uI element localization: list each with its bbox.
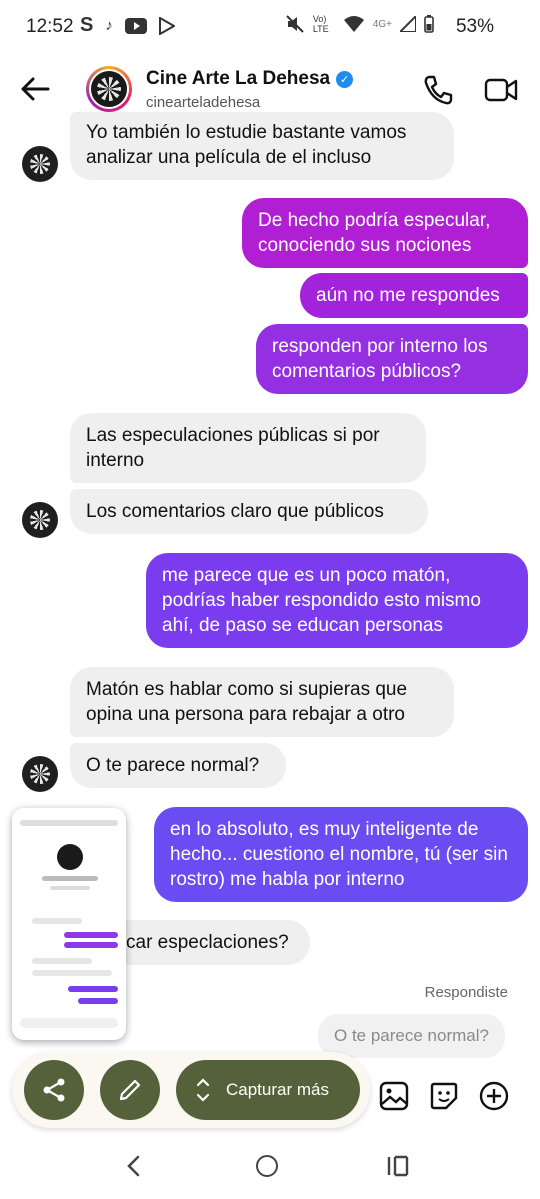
battery-icon <box>424 15 434 33</box>
tiktok-icon: ♪ <box>105 17 113 34</box>
sender-avatar[interactable] <box>22 146 58 182</box>
back-arrow-icon[interactable] <box>18 72 52 106</box>
gallery-icon[interactable] <box>378 1080 410 1112</box>
message-outgoing[interactable]: en lo absoluto, es muy inteligente de he… <box>154 807 528 902</box>
message-incoming[interactable]: Las especulaciones públicas si por inter… <box>70 413 426 483</box>
status-bar: 12:52 S ♪ Vo) LTE 4G+ 53% <box>0 0 540 54</box>
add-circle-icon[interactable] <box>478 1080 510 1112</box>
nav-recents-icon[interactable] <box>386 1155 410 1177</box>
system-icons: Vo) LTE 4G+ <box>285 14 434 34</box>
share-icon <box>43 1078 65 1102</box>
message-incoming[interactable]: Los comentarios claro que públicos <box>70 489 428 534</box>
pencil-icon <box>119 1079 141 1101</box>
capture-more-button[interactable]: Capturar más <box>176 1060 360 1120</box>
play-store-icon <box>158 16 175 35</box>
notification-icons: S ♪ <box>80 14 175 37</box>
wifi-icon <box>343 16 364 32</box>
battery-percent: 53% <box>455 16 494 37</box>
profile-name-text: Cine Arte La Dehesa <box>146 68 331 89</box>
expand-vertical-icon <box>196 1078 210 1102</box>
video-call-icon[interactable] <box>484 74 518 106</box>
message-outgoing[interactable]: aún no me respondes <box>300 273 528 318</box>
profile-name[interactable]: Cine Arte La Dehesa ✓ <box>146 68 354 90</box>
youtube-icon <box>124 17 147 34</box>
volte-label: Vo) LTE <box>312 14 329 34</box>
message-outgoing[interactable]: me parece que es un poco matón, podrías … <box>146 553 528 648</box>
capture-more-label: Capturar más <box>226 1080 329 1099</box>
phone-call-icon[interactable] <box>422 74 454 106</box>
reply-preview[interactable]: O te parece normal? <box>318 1014 505 1058</box>
verified-badge-icon: ✓ <box>336 70 354 88</box>
signal-icon <box>400 16 416 32</box>
network-label: 4G+ <box>372 18 392 30</box>
status-time: 12:52 <box>26 16 74 37</box>
sticker-icon[interactable] <box>428 1080 460 1112</box>
screenshot-thumbnail[interactable] <box>12 808 126 1040</box>
edit-button[interactable] <box>100 1060 160 1120</box>
message-outgoing[interactable]: responden por interno los comentarios pú… <box>256 324 528 394</box>
screenshot-toolbar: Capturar más <box>12 1052 370 1128</box>
sender-avatar[interactable] <box>22 756 58 792</box>
sender-avatar[interactable] <box>22 502 58 538</box>
profile-avatar[interactable] <box>86 66 132 112</box>
message-incoming[interactable]: Matón es hablar como si supieras que opi… <box>70 667 454 737</box>
s-app-icon: S <box>80 14 94 36</box>
message-incoming[interactable]: Yo también lo estudie bastante vamos ana… <box>70 112 454 180</box>
composer-actions <box>378 1080 510 1112</box>
nav-back-icon[interactable] <box>122 1154 146 1178</box>
nav-home-icon[interactable] <box>256 1155 278 1177</box>
message-incoming[interactable]: O te parece normal? <box>70 743 286 788</box>
replied-label: Respondiste <box>424 984 508 1001</box>
share-button[interactable] <box>24 1060 84 1120</box>
system-nav-bar <box>0 1140 540 1199</box>
mute-icon <box>286 15 304 33</box>
profile-username: cinearteladehesa <box>146 94 261 111</box>
message-incoming[interactable]: car especlaciones? <box>110 920 310 965</box>
message-outgoing[interactable]: De hecho podría especular, conociendo su… <box>242 198 528 268</box>
